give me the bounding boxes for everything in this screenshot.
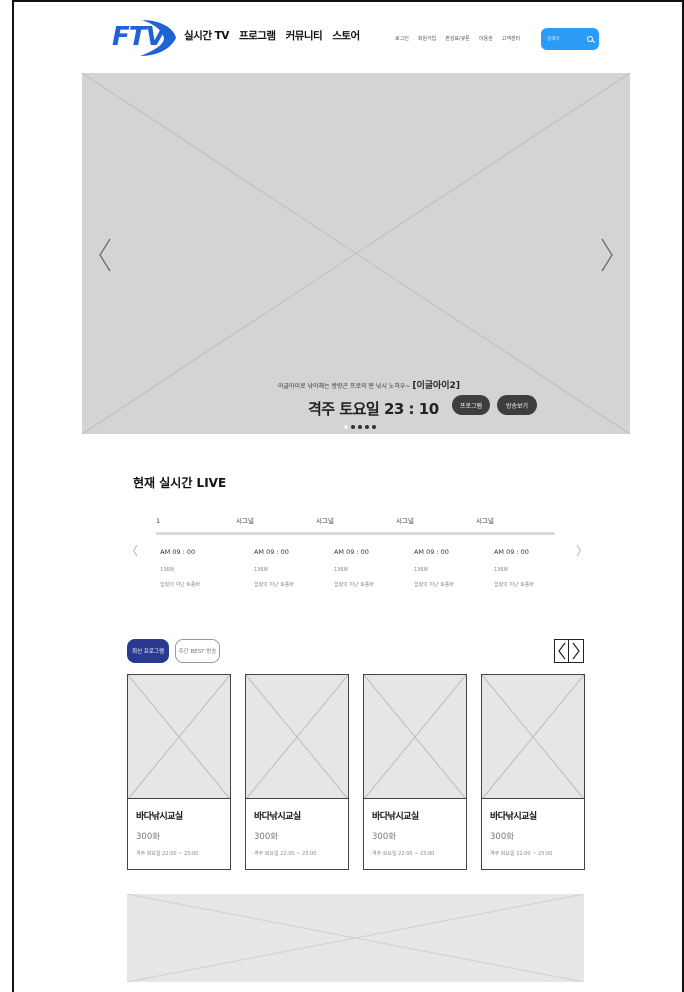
channel-episode: 136화 [493,567,509,573]
watch-button[interactable]: 방송보기 [497,395,537,415]
card-schedule: 격주 화요일 22:00 ~ 23:00 [372,851,435,857]
program-pager [554,639,584,663]
search-placeholder: 검색어 [547,37,560,42]
pass-link[interactable]: 이용권 [479,35,493,42]
pager-next-button[interactable] [569,640,583,662]
slide-dot[interactable] [358,425,362,429]
card-title: 바다낚시교실 [372,812,419,822]
program-card[interactable]: 바다낚시교실 300화 격주 화요일 22:00 ~ 23:00 [363,674,467,870]
channel-name: 1 [156,517,161,525]
card-episode: 300화 [490,832,515,842]
channel-name: 시그널 [396,517,414,525]
hero-caption-title: [이글아이2] [412,381,460,391]
channel-desc: 입질의 지난 토종바 [413,582,454,588]
live-channel[interactable]: 시그널 AM 09 : 00 136화 입질의 지난 토종바 [476,508,556,588]
login-link[interactable]: 로그인 [395,35,409,42]
hero-caption-text: 이글아이로 낚아채는 방랑곤 프로의 찐 낚시 노하우~ [278,383,411,390]
channel-episode: 136화 [160,567,175,573]
bottom-banner-placeholder[interactable] [127,894,584,982]
program-card[interactable]: 바다낚시교실 300화 격주 화요일 22:00 ~ 23:00 [127,674,231,870]
hero-prev-arrow-icon[interactable] [98,237,112,273]
channel-desc: 입질의 지난 토종바 [160,582,201,588]
channel-time: AM 09 : 00 [253,548,289,556]
channel-episode: 136화 [333,567,349,573]
card-episode: 300화 [372,832,397,842]
tab-weekly-best[interactable]: 주간 BEST 방송 [175,639,220,663]
nav-item-store[interactable]: 스토어 [332,28,360,43]
live-prev-icon[interactable]: 〈 [126,542,138,559]
program-card[interactable]: 바다낚시교실 300화 격주 화요일 22:00 ~ 23:00 [481,674,585,870]
program-button[interactable]: 프로그램 [452,395,490,415]
live-channel[interactable]: 시그널 AM 09 : 00 136화 입질의 지난 토종바 [396,508,476,588]
card-thumbnail [482,675,584,799]
card-thumbnail [246,675,348,799]
program-card[interactable]: 바다낚시교실 300화 격주 화요일 22:00 ~ 23:00 [245,674,349,870]
utility-menu: 로그인 회원가입 편성표/큐톤 이용권 고객센터 [395,35,520,42]
slide-dot[interactable] [365,425,369,429]
live-next-icon[interactable]: 〉 [576,542,588,559]
ftv-logo[interactable]: FTV [112,16,178,60]
card-schedule: 격주 화요일 22:00 ~ 23:00 [136,851,199,857]
card-title: 바다낚시교실 [490,812,537,822]
live-channel[interactable]: 시그널 AM 09 : 00 136화 입질의 지난 토종바 [236,508,316,588]
card-schedule: 격주 화요일 22:00 ~ 23:00 [254,851,317,857]
main-nav: 실시간 TV 프로그램 커뮤니티 스토어 [184,28,360,43]
logo-text: FTV [112,22,166,52]
slide-dot[interactable] [344,425,348,429]
pager-prev-button[interactable] [555,640,569,662]
search-input[interactable]: 검색어 [541,28,599,50]
nav-item-live-tv[interactable]: 실시간 TV [184,28,229,43]
channel-desc: 입질의 지난 토종바 [333,582,374,588]
schedule-link[interactable]: 편성표/큐톤 [445,35,470,42]
hero-caption: 이글아이로 낚아채는 방랑곤 프로의 찐 낚시 노하우~ [이글아이2] [278,378,460,391]
card-thumbnail [364,675,466,799]
card-schedule: 격주 화요일 22:00 ~ 23:00 [490,851,553,857]
channel-time: AM 09 : 00 [413,548,449,556]
card-title: 바다낚시교실 [136,812,183,822]
channel-name: 시그널 [316,517,334,525]
channel-time: AM 09 : 00 [160,548,196,556]
channel-episode: 136화 [253,567,269,573]
card-episode: 300화 [136,832,161,842]
slide-dot[interactable] [372,425,376,429]
channel-desc: 입질의 지난 토종바 [253,582,294,588]
live-channel[interactable]: 1 AM 09 : 00 136화 입질의 지난 토종바 [156,508,236,588]
live-section-title: 현재 실시간 LIVE [133,476,227,490]
nav-item-community[interactable]: 커뮤니티 [286,28,323,43]
card-title: 바다낚시교실 [254,812,301,822]
channel-desc: 입질의 지난 토종바 [493,582,534,588]
chevron-right-icon [572,642,580,660]
channel-name: 시그널 [236,517,254,525]
signup-link[interactable]: 회원가입 [418,35,436,42]
hero-schedule: 격주 토요일 23 : 10 [308,400,439,418]
channel-time: AM 09 : 00 [333,548,369,556]
hero-banner: 이글아이로 낚아채는 방랑곤 프로의 찐 낚시 노하우~ [이글아이2] 격주 … [82,73,630,434]
tab-latest-programs[interactable]: 최신 프로그램 [127,639,169,663]
slide-dot[interactable] [351,425,355,429]
channel-time: AM 09 : 00 [493,548,529,556]
live-channel[interactable]: 시그널 AM 09 : 00 136화 입질의 지난 토종바 [316,508,396,588]
channel-episode: 136화 [413,567,429,573]
chevron-left-icon [558,642,566,660]
card-thumbnail [128,675,230,799]
live-timeline-bar [156,532,555,535]
nav-item-program[interactable]: 프로그램 [239,28,276,43]
search-icon[interactable] [587,36,593,42]
support-link[interactable]: 고객센터 [502,35,520,42]
slide-indicator [344,425,376,429]
hero-next-arrow-icon[interactable] [600,237,614,273]
card-episode: 300화 [254,832,279,842]
channel-name: 시그널 [476,517,494,525]
